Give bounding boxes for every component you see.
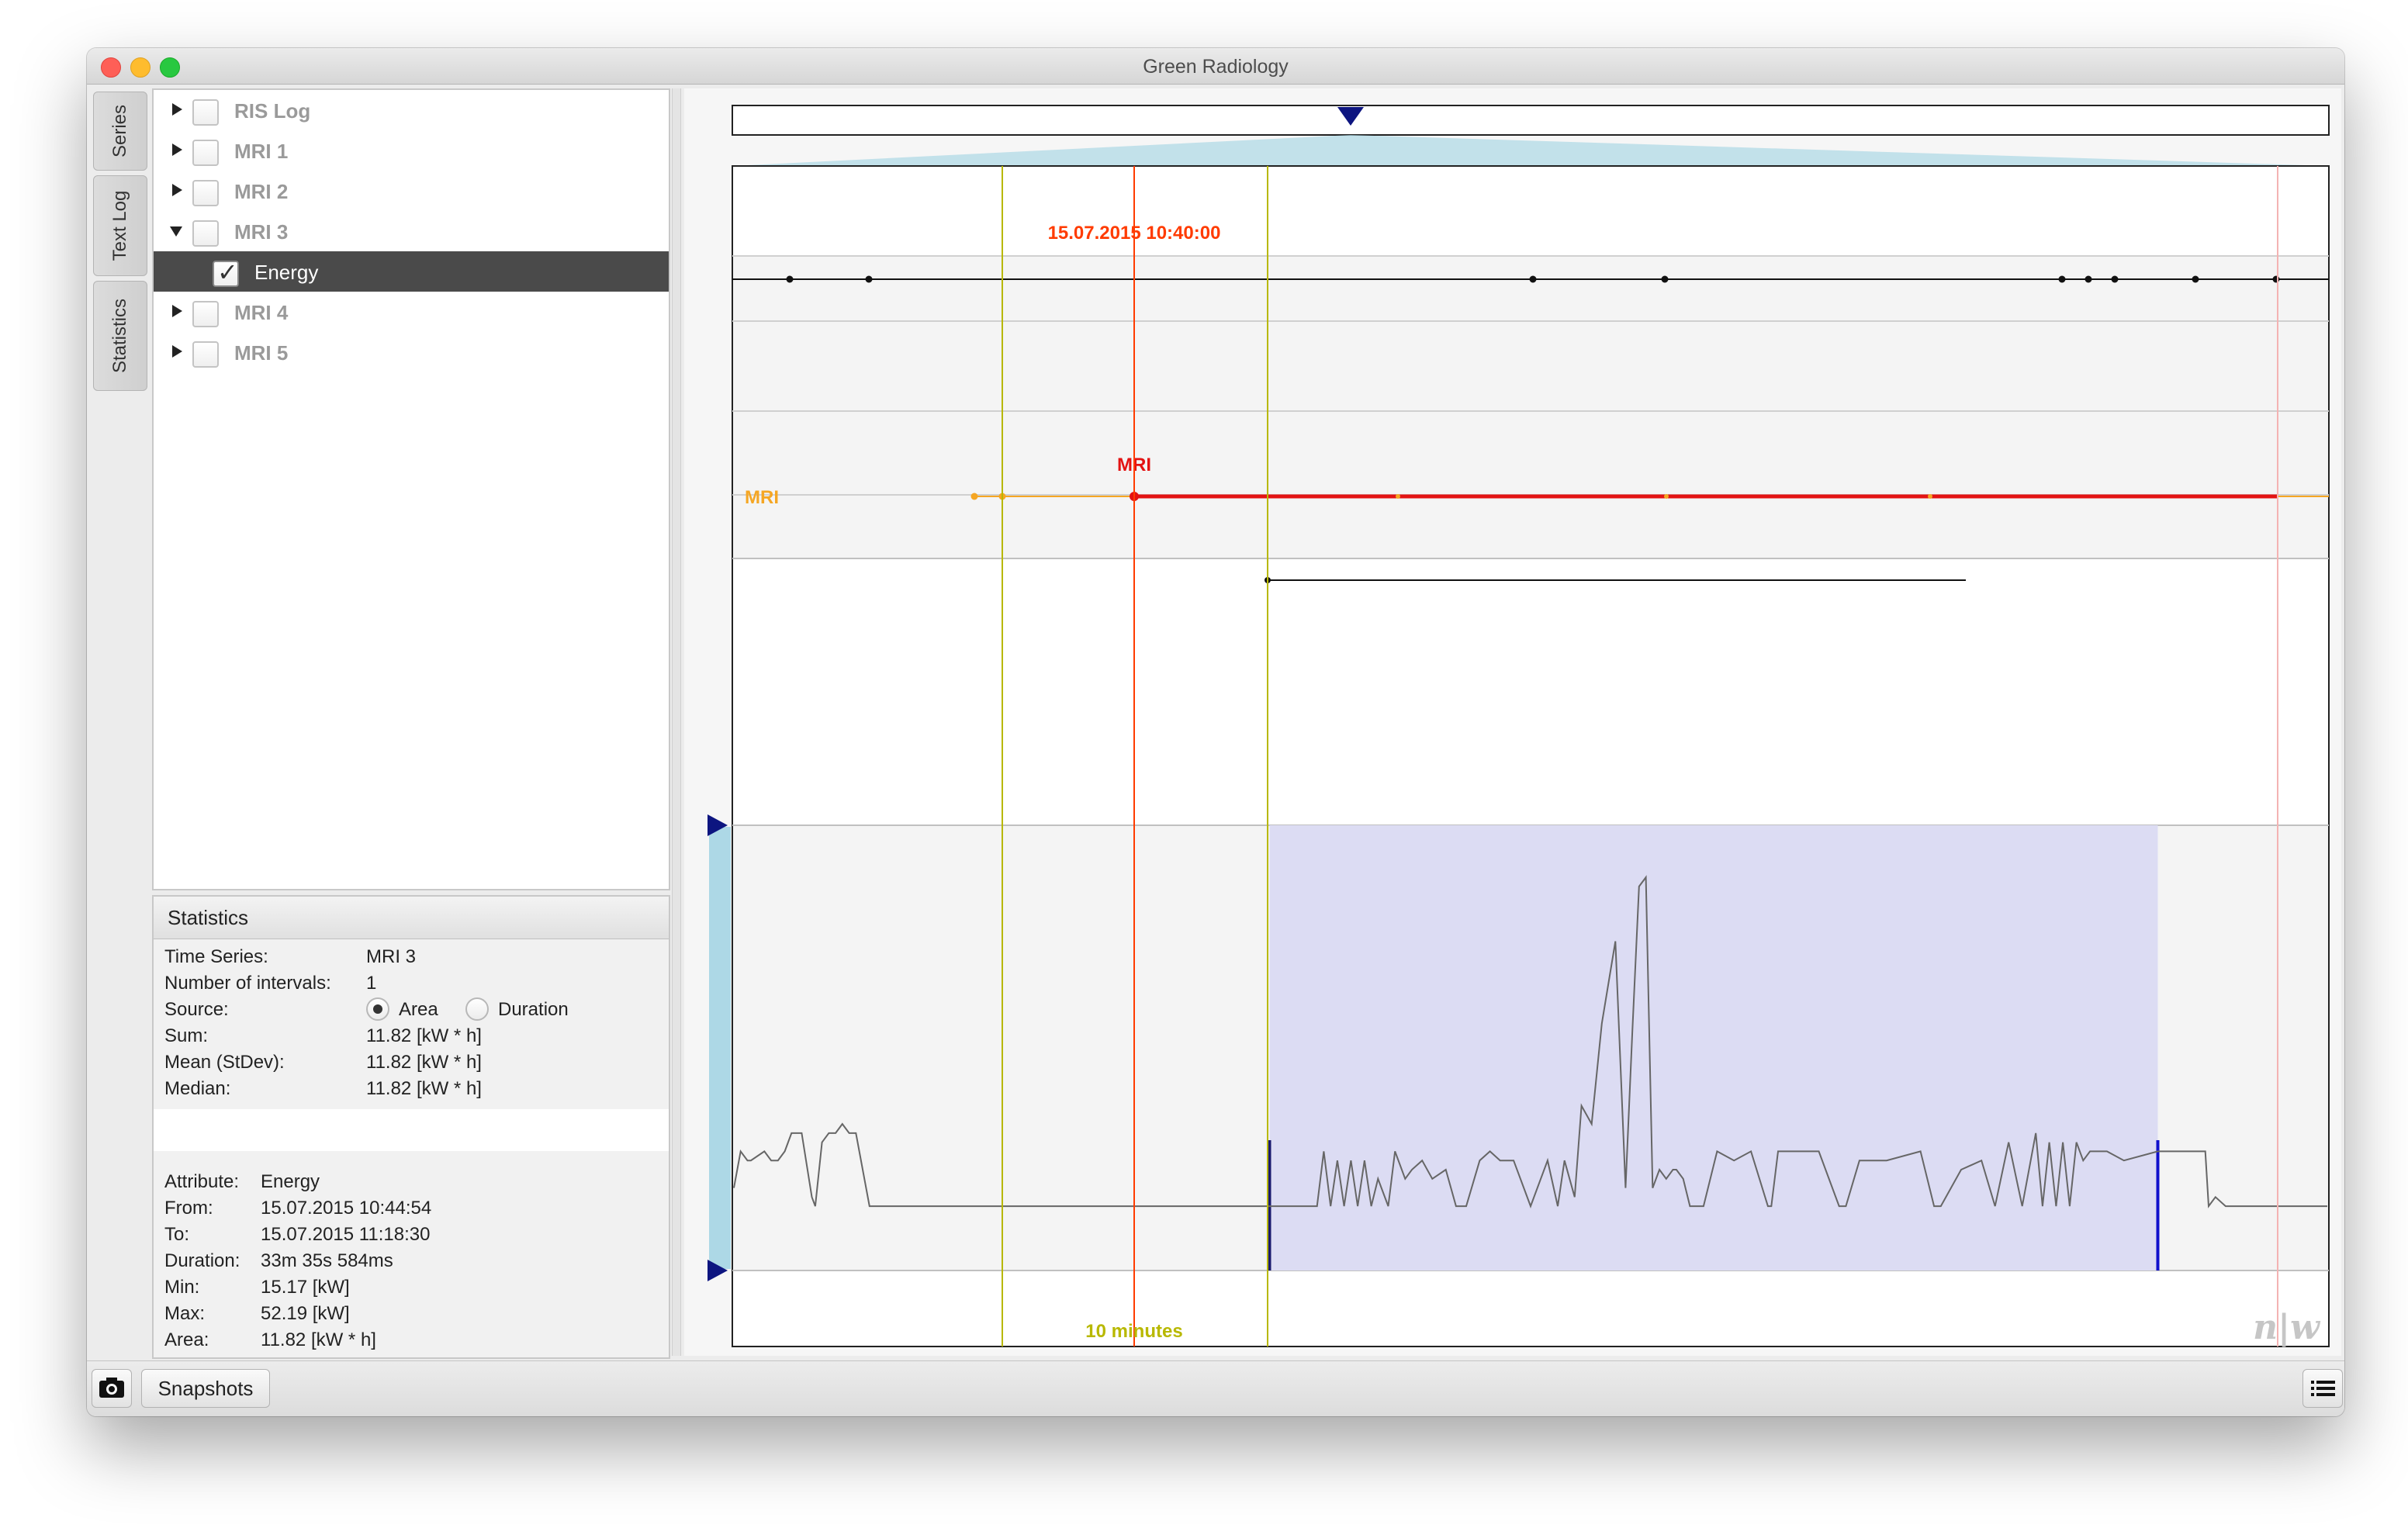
list-menu-button[interactable] — [2302, 1369, 2343, 1408]
min-label: Min: — [164, 1277, 200, 1298]
to-label: To: — [164, 1224, 190, 1245]
intervals-value: 1 — [366, 973, 377, 994]
intervals-label: Number of intervals: — [164, 973, 331, 994]
tree-item-mri-3[interactable]: MRI 3 — [154, 211, 669, 251]
series-checkbox[interactable] — [192, 140, 219, 166]
max-value: 52.19 [kW] — [261, 1303, 350, 1324]
expand-arrow-icon[interactable] — [172, 305, 182, 317]
source-duration-radio[interactable] — [465, 997, 489, 1021]
tab-series[interactable]: Series — [93, 92, 147, 171]
from-label: From: — [164, 1198, 213, 1219]
duration-label: Duration: — [164, 1250, 240, 1271]
camera-icon — [99, 1378, 124, 1398]
time-series-label: Time Series: — [164, 946, 268, 967]
median-value: 11.82 [kW * h] — [366, 1078, 482, 1099]
time-cursor-label: 15.07.2015 10:40:00 — [1048, 223, 1221, 244]
tree-item-label: RIS Log — [234, 99, 311, 123]
scale-label: 10 minutes — [1085, 1321, 1182, 1342]
list-icon — [2311, 1381, 2335, 1396]
tab-text-log-label: Text Log — [109, 190, 130, 261]
series-checkbox[interactable] — [192, 301, 219, 327]
tree-item-label: MRI 1 — [234, 140, 289, 163]
time-series-value: MRI 3 — [366, 946, 417, 967]
expand-arrow-icon[interactable] — [172, 345, 182, 358]
sum-value: 11.82 [kW * h] — [366, 1025, 482, 1046]
tree-item-mri-2[interactable]: MRI 2 — [154, 171, 669, 211]
tree-item-energy[interactable]: ✓ Energy — [154, 251, 669, 292]
overview-zoom-wedge — [732, 135, 2329, 166]
lane-mri-4 — [733, 495, 2328, 558]
side-tab-bar: Series Text Log Statistics — [87, 84, 152, 1402]
tree-item-label: MRI 3 — [234, 220, 289, 244]
tree-item-label: MRI 4 — [234, 301, 289, 324]
attribute-label: Attribute: — [164, 1171, 240, 1192]
statistics-header: Statistics — [154, 897, 669, 939]
tree-item-label: MRI 5 — [234, 341, 289, 365]
value-range-bar[interactable] — [709, 827, 731, 1269]
max-label: Max: — [164, 1303, 206, 1324]
lane-mri-3 — [733, 411, 2328, 495]
statistics-panel: Statistics Time Series: MRI 3 Number of … — [152, 895, 670, 1359]
source-label: Source: — [164, 999, 229, 1020]
mean-label: Mean (StDev): — [164, 1052, 285, 1073]
min-value: 15.17 [kW] — [261, 1277, 350, 1298]
series-checkbox[interactable] — [192, 220, 219, 247]
window-title: Green Radiology — [1143, 56, 1289, 78]
snapshots-button[interactable]: Snapshots — [141, 1369, 270, 1408]
snapshots-label: Snapshots — [157, 1377, 254, 1400]
app-window: Green Radiology Series Text Log Statisti… — [87, 48, 2344, 1416]
tree-item-label: Energy — [254, 261, 319, 284]
source-duration-label: Duration — [498, 999, 569, 1020]
tab-statistics-label: Statistics — [109, 298, 130, 374]
lane-mri-1 — [733, 321, 2328, 411]
bottom-toolbar: Snapshots — [87, 1360, 2344, 1416]
median-label: Median: — [164, 1078, 231, 1099]
energy-checkbox[interactable]: ✓ — [213, 258, 239, 287]
series-checkbox[interactable] — [192, 341, 219, 368]
checkmark-icon: ✓ — [217, 258, 238, 286]
expand-arrow-icon[interactable] — [172, 184, 182, 196]
camera-button[interactable] — [92, 1369, 132, 1408]
from-value: 15.07.2015 10:44:54 — [261, 1198, 432, 1219]
source-area-label: Area — [399, 999, 438, 1020]
source-area-radio[interactable] — [366, 997, 389, 1021]
collapse-arrow-icon[interactable] — [170, 226, 182, 237]
title-bar: Green Radiology — [87, 48, 2344, 85]
tree-item-mri-5[interactable]: MRI 5 — [154, 332, 669, 372]
area-value: 11.82 [kW * h] — [261, 1329, 376, 1350]
panel-splitter[interactable] — [672, 88, 681, 1356]
series-tree: RIS Log MRI 1 MRI 2 MRI 3 ✓ Energy MRI 4 — [152, 88, 670, 890]
expand-arrow-icon[interactable] — [172, 103, 182, 116]
tree-item-ris-log[interactable]: RIS Log — [154, 90, 669, 130]
tab-text-log[interactable]: Text Log — [93, 175, 147, 276]
statistics-title: Statistics — [168, 906, 249, 929]
duration-value: 33m 35s 584ms — [261, 1250, 393, 1271]
lane-mri-label: MRI — [745, 487, 779, 508]
selection-area[interactable] — [1269, 825, 2158, 1270]
watermark-logo: n|w — [2253, 1308, 2321, 1347]
to-value: 15.07.2015 11:18:30 — [261, 1224, 431, 1245]
area-label: Area: — [164, 1329, 209, 1350]
tab-series-label: Series — [109, 104, 130, 158]
tree-item-mri-4[interactable]: MRI 4 — [154, 292, 669, 332]
overview-bar[interactable] — [732, 105, 2330, 136]
timeline-chart-pane: MRI MRI 15.07.2015 10:40:00 10 minutes n… — [684, 88, 2341, 1356]
timeline-svg: MRI MRI 15.07.2015 10:40:00 10 minutes n… — [708, 105, 2330, 1347]
expand-arrow-icon[interactable] — [172, 143, 182, 156]
mean-value: 11.82 [kW * h] — [366, 1052, 482, 1073]
series-checkbox[interactable] — [192, 180, 219, 206]
sum-label: Sum: — [164, 1025, 209, 1046]
tab-statistics[interactable]: Statistics — [93, 281, 147, 391]
series-checkbox[interactable] — [192, 99, 219, 126]
lane-ris-log — [733, 256, 2328, 321]
tree-item-mri-1[interactable]: MRI 1 — [154, 130, 669, 171]
statistics-divider — [154, 1109, 669, 1151]
attribute-value: Energy — [261, 1171, 320, 1192]
tree-item-label: MRI 2 — [234, 180, 289, 203]
